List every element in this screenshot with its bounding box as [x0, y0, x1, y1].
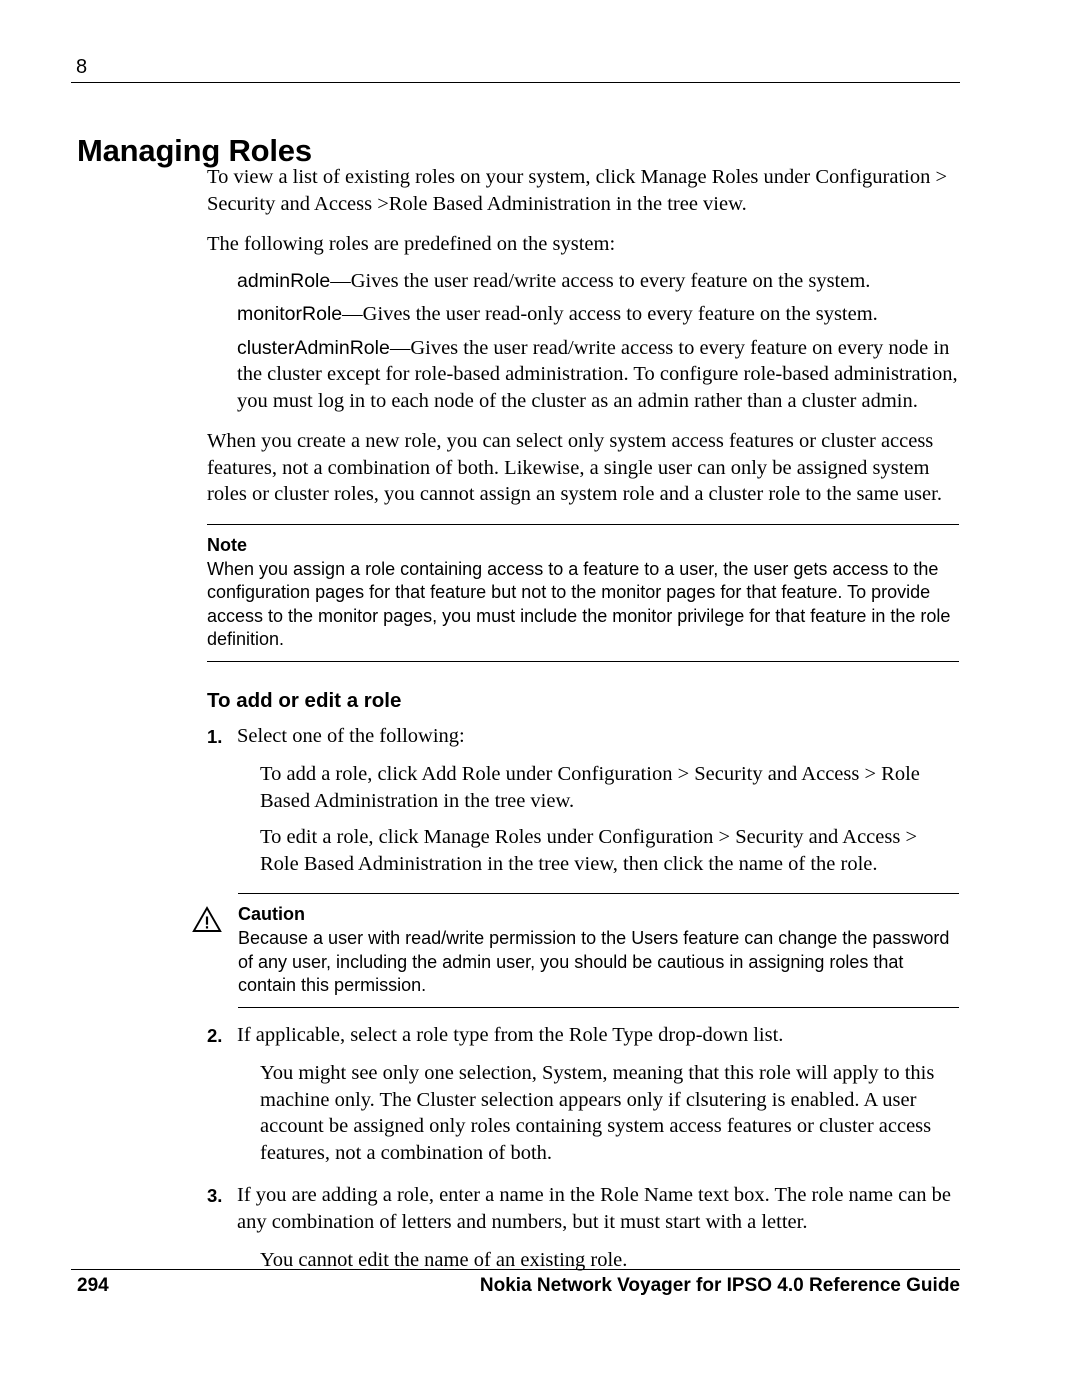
- step-1-sub-paragraph: To edit a role, click Manage Roles under…: [260, 826, 918, 875]
- role-dash: —: [330, 269, 351, 292]
- role-definition-item: adminRole—Gives the user read/write acce…: [207, 268, 959, 295]
- note-text: When you assign a role containing access…: [207, 558, 951, 650]
- role-dash: —: [389, 336, 411, 359]
- caution-admonition: Caution Because a user with read/write p…: [192, 893, 959, 1008]
- role-definition-item: clusterAdminRole—Gives the user read/wri…: [207, 335, 959, 415]
- body-column: To view a list of existing roles on your…: [192, 164, 959, 1274]
- footer-guide-title: Nokia Network Voyager for IPSO 4.0 Refer…: [479, 1275, 960, 1296]
- document-page: 8 Managing Roles To view a list of exist…: [0, 0, 1080, 1397]
- intro-paragraph-2: The following roles are predefined on th…: [207, 233, 616, 255]
- intro-paragraph-1: To view a list of existing roles on your…: [207, 166, 948, 215]
- role-description: Gives the user read-only access to every…: [362, 303, 878, 325]
- create-role-paragraph: When you create a new role, you can sele…: [207, 430, 942, 505]
- caution-text: Because a user with read/write permissio…: [238, 928, 950, 995]
- chapter-number: 8: [76, 56, 88, 78]
- predefined-roles-list: adminRole—Gives the user read/write acce…: [207, 268, 959, 415]
- step-marker: 2.: [207, 1024, 223, 1046]
- procedure-step-1: 1. Select one of the following:: [207, 723, 959, 750]
- role-term: adminRole: [237, 269, 331, 292]
- step-1-sub-paragraph: To add a role, click Add Role under Conf…: [260, 763, 920, 812]
- note-admonition: Note When you assign a role containing a…: [207, 523, 959, 662]
- step-2-sub-paragraph: You might see only one selection, System…: [260, 1062, 935, 1164]
- role-description: Gives the user read/write access to ever…: [350, 269, 871, 292]
- role-term: monitorRole: [237, 303, 343, 325]
- caution-title: Caution: [238, 904, 305, 924]
- footer-divider: [71, 1269, 960, 1270]
- step-text: Select one of the following:: [237, 724, 465, 747]
- procedure-heading: To add or edit a role: [207, 688, 402, 712]
- role-term: clusterAdminRole: [237, 336, 390, 359]
- note-title: Note: [207, 534, 247, 555]
- warning-triangle-icon: [192, 906, 222, 933]
- step-text: If applicable, select a role type from t…: [237, 1023, 784, 1046]
- procedure-step-3: 3. If you are adding a role, enter a nam…: [207, 1182, 959, 1235]
- role-dash: —: [342, 303, 363, 325]
- step-text: If you are adding a role, enter a name i…: [237, 1184, 951, 1233]
- procedure-step-2: 2. If applicable, select a role type fro…: [207, 1022, 959, 1049]
- step-marker: 1.: [207, 725, 223, 747]
- footer-page-number: 294: [77, 1275, 109, 1296]
- role-definition-item: monitorRole—Gives the user read-only acc…: [207, 301, 959, 328]
- step-marker: 3.: [207, 1185, 223, 1206]
- header-divider: [71, 82, 960, 83]
